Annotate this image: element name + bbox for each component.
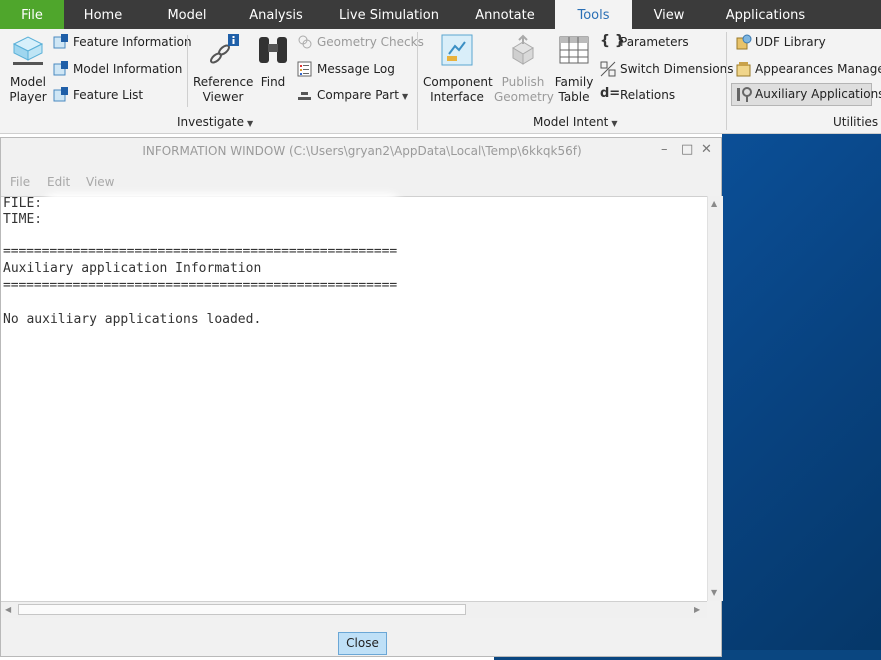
compare-part-text: Compare Part [317, 88, 399, 102]
model-player-icon [12, 36, 44, 65]
text-line-heading: Auxiliary application Information [3, 261, 262, 276]
ribbon-separator [187, 35, 188, 107]
scroll-right-icon[interactable]: ▶ [694, 605, 700, 614]
publish-geometry-label-1: Publish [501, 75, 545, 89]
model-intent-group-label[interactable]: Model Intent ▼ [533, 115, 618, 129]
compare-part-icon [298, 92, 311, 100]
scroll-left-icon[interactable]: ◀ [5, 605, 11, 614]
model-information-label: Model Information [73, 62, 183, 76]
tab-tools[interactable]: Tools [555, 0, 632, 29]
menu-file[interactable]: File [10, 175, 30, 189]
horizontal-scrollbar[interactable]: ◀ ▶ [1, 601, 707, 618]
dialog-title: INFORMATION WINDOW (C:\Users\gryan2\AppD… [142, 144, 582, 158]
message-log-icon [297, 61, 312, 77]
switch-dimensions-label: Switch Dimensions [620, 62, 734, 76]
text-line-message: No auxiliary applications loaded. [3, 312, 262, 327]
family-table-icon [559, 36, 589, 64]
horizontal-scroll-thumb[interactable] [18, 604, 466, 615]
component-interface-label-2: Interface [430, 90, 484, 104]
menu-edit[interactable]: Edit [47, 175, 70, 189]
text-line-file: FILE: [3, 196, 43, 211]
text-line-rule-top: ========================================… [3, 244, 398, 259]
tab-model[interactable]: Model [149, 0, 225, 29]
geometry-checks-icon [298, 35, 312, 49]
component-interface-icon [441, 34, 473, 66]
information-window-dialog: INFORMATION WINDOW (C:\Users\gryan2\AppD… [0, 137, 723, 657]
chevron-down-icon: ▼ [611, 119, 618, 128]
component-interface-label-1: Component [423, 75, 493, 89]
switch-dimensions-icon [600, 61, 616, 77]
ribbon-tab-bar: File Home Model Analysis Live Simulation… [0, 0, 881, 29]
ribbon-separator [417, 32, 418, 130]
text-line-rule-bottom: ========================================… [3, 278, 398, 293]
tab-analysis[interactable]: Analysis [239, 0, 313, 29]
ribbon-separator [726, 32, 727, 130]
parameters-label: Parameters [620, 35, 689, 49]
compare-part-label: Compare Part ▼ [317, 88, 408, 102]
relations-label: Relations [620, 88, 676, 102]
udf-library-label: UDF Library [755, 35, 826, 49]
tab-file[interactable]: File [0, 0, 64, 29]
tab-view[interactable]: View [640, 0, 698, 29]
publish-geometry-label-2: Geometry [494, 90, 554, 104]
auxiliary-applications-label: Auxiliary Applications [755, 87, 881, 101]
family-table-label-2: Table [558, 90, 590, 104]
close-icon[interactable]: ✕ [701, 142, 712, 157]
text-line-time: TIME: [3, 212, 43, 227]
minimize-icon[interactable]: – [661, 142, 668, 157]
close-button[interactable]: Close [338, 632, 387, 655]
investigate-group-label[interactable]: Investigate ▼ [177, 115, 253, 129]
reference-viewer-label-2: Viewer [202, 90, 244, 104]
chevron-down-icon: ▼ [401, 92, 409, 101]
scroll-up-icon[interactable]: ▲ [711, 199, 717, 208]
menu-view[interactable]: View [86, 175, 114, 189]
auxiliary-applications-icon [737, 87, 752, 102]
family-table-label-1: Family [554, 75, 594, 89]
feature-information-label: Feature Information [73, 35, 192, 49]
reference-viewer-icon [210, 34, 239, 64]
reference-viewer-label-1: Reference [193, 75, 254, 89]
model-player-label-1: Model [9, 75, 47, 89]
find-label: Find [260, 75, 286, 89]
appearances-manager-icon [736, 62, 751, 77]
maximize-icon[interactable]: □ [681, 142, 693, 157]
appearances-manager-label: Appearances Manager [755, 62, 881, 76]
feature-list-icon [53, 87, 68, 102]
model-intent-group-text: Model Intent [533, 115, 609, 129]
binoculars-icon [259, 37, 287, 63]
message-log-label: Message Log [317, 62, 395, 76]
tab-home[interactable]: Home [64, 0, 142, 29]
investigate-group-text: Investigate [177, 115, 244, 129]
auxiliary-applications-button[interactable]: Auxiliary Applications [731, 83, 881, 106]
tab-live-simulation[interactable]: Live Simulation [334, 0, 444, 29]
publish-geometry-icon [512, 34, 534, 65]
model-player-label-2: Player [9, 90, 47, 104]
tab-applications[interactable]: Applications [718, 0, 813, 29]
chevron-down-icon: ▼ [246, 119, 254, 128]
feature-information-icon [53, 34, 68, 49]
vertical-scrollbar[interactable]: ▲ ▼ [707, 196, 723, 601]
tab-annotate[interactable]: Annotate [466, 0, 544, 29]
graphics-area[interactable] [722, 134, 881, 660]
feature-list-label: Feature List [73, 88, 144, 102]
udf-library-icon [736, 34, 752, 50]
geometry-checks-label: Geometry Checks [317, 35, 424, 49]
relations-icon: d= [600, 86, 621, 101]
utilities-group-label: Utilities [833, 115, 879, 129]
information-text-area[interactable]: FILE: TIME: ============================… [1, 196, 707, 602]
model-information-icon [53, 61, 68, 76]
scroll-down-icon[interactable]: ▼ [711, 588, 717, 597]
ribbon-panel: Model Player Feature Information Model I… [0, 29, 881, 134]
redacted-region [47, 199, 397, 225]
